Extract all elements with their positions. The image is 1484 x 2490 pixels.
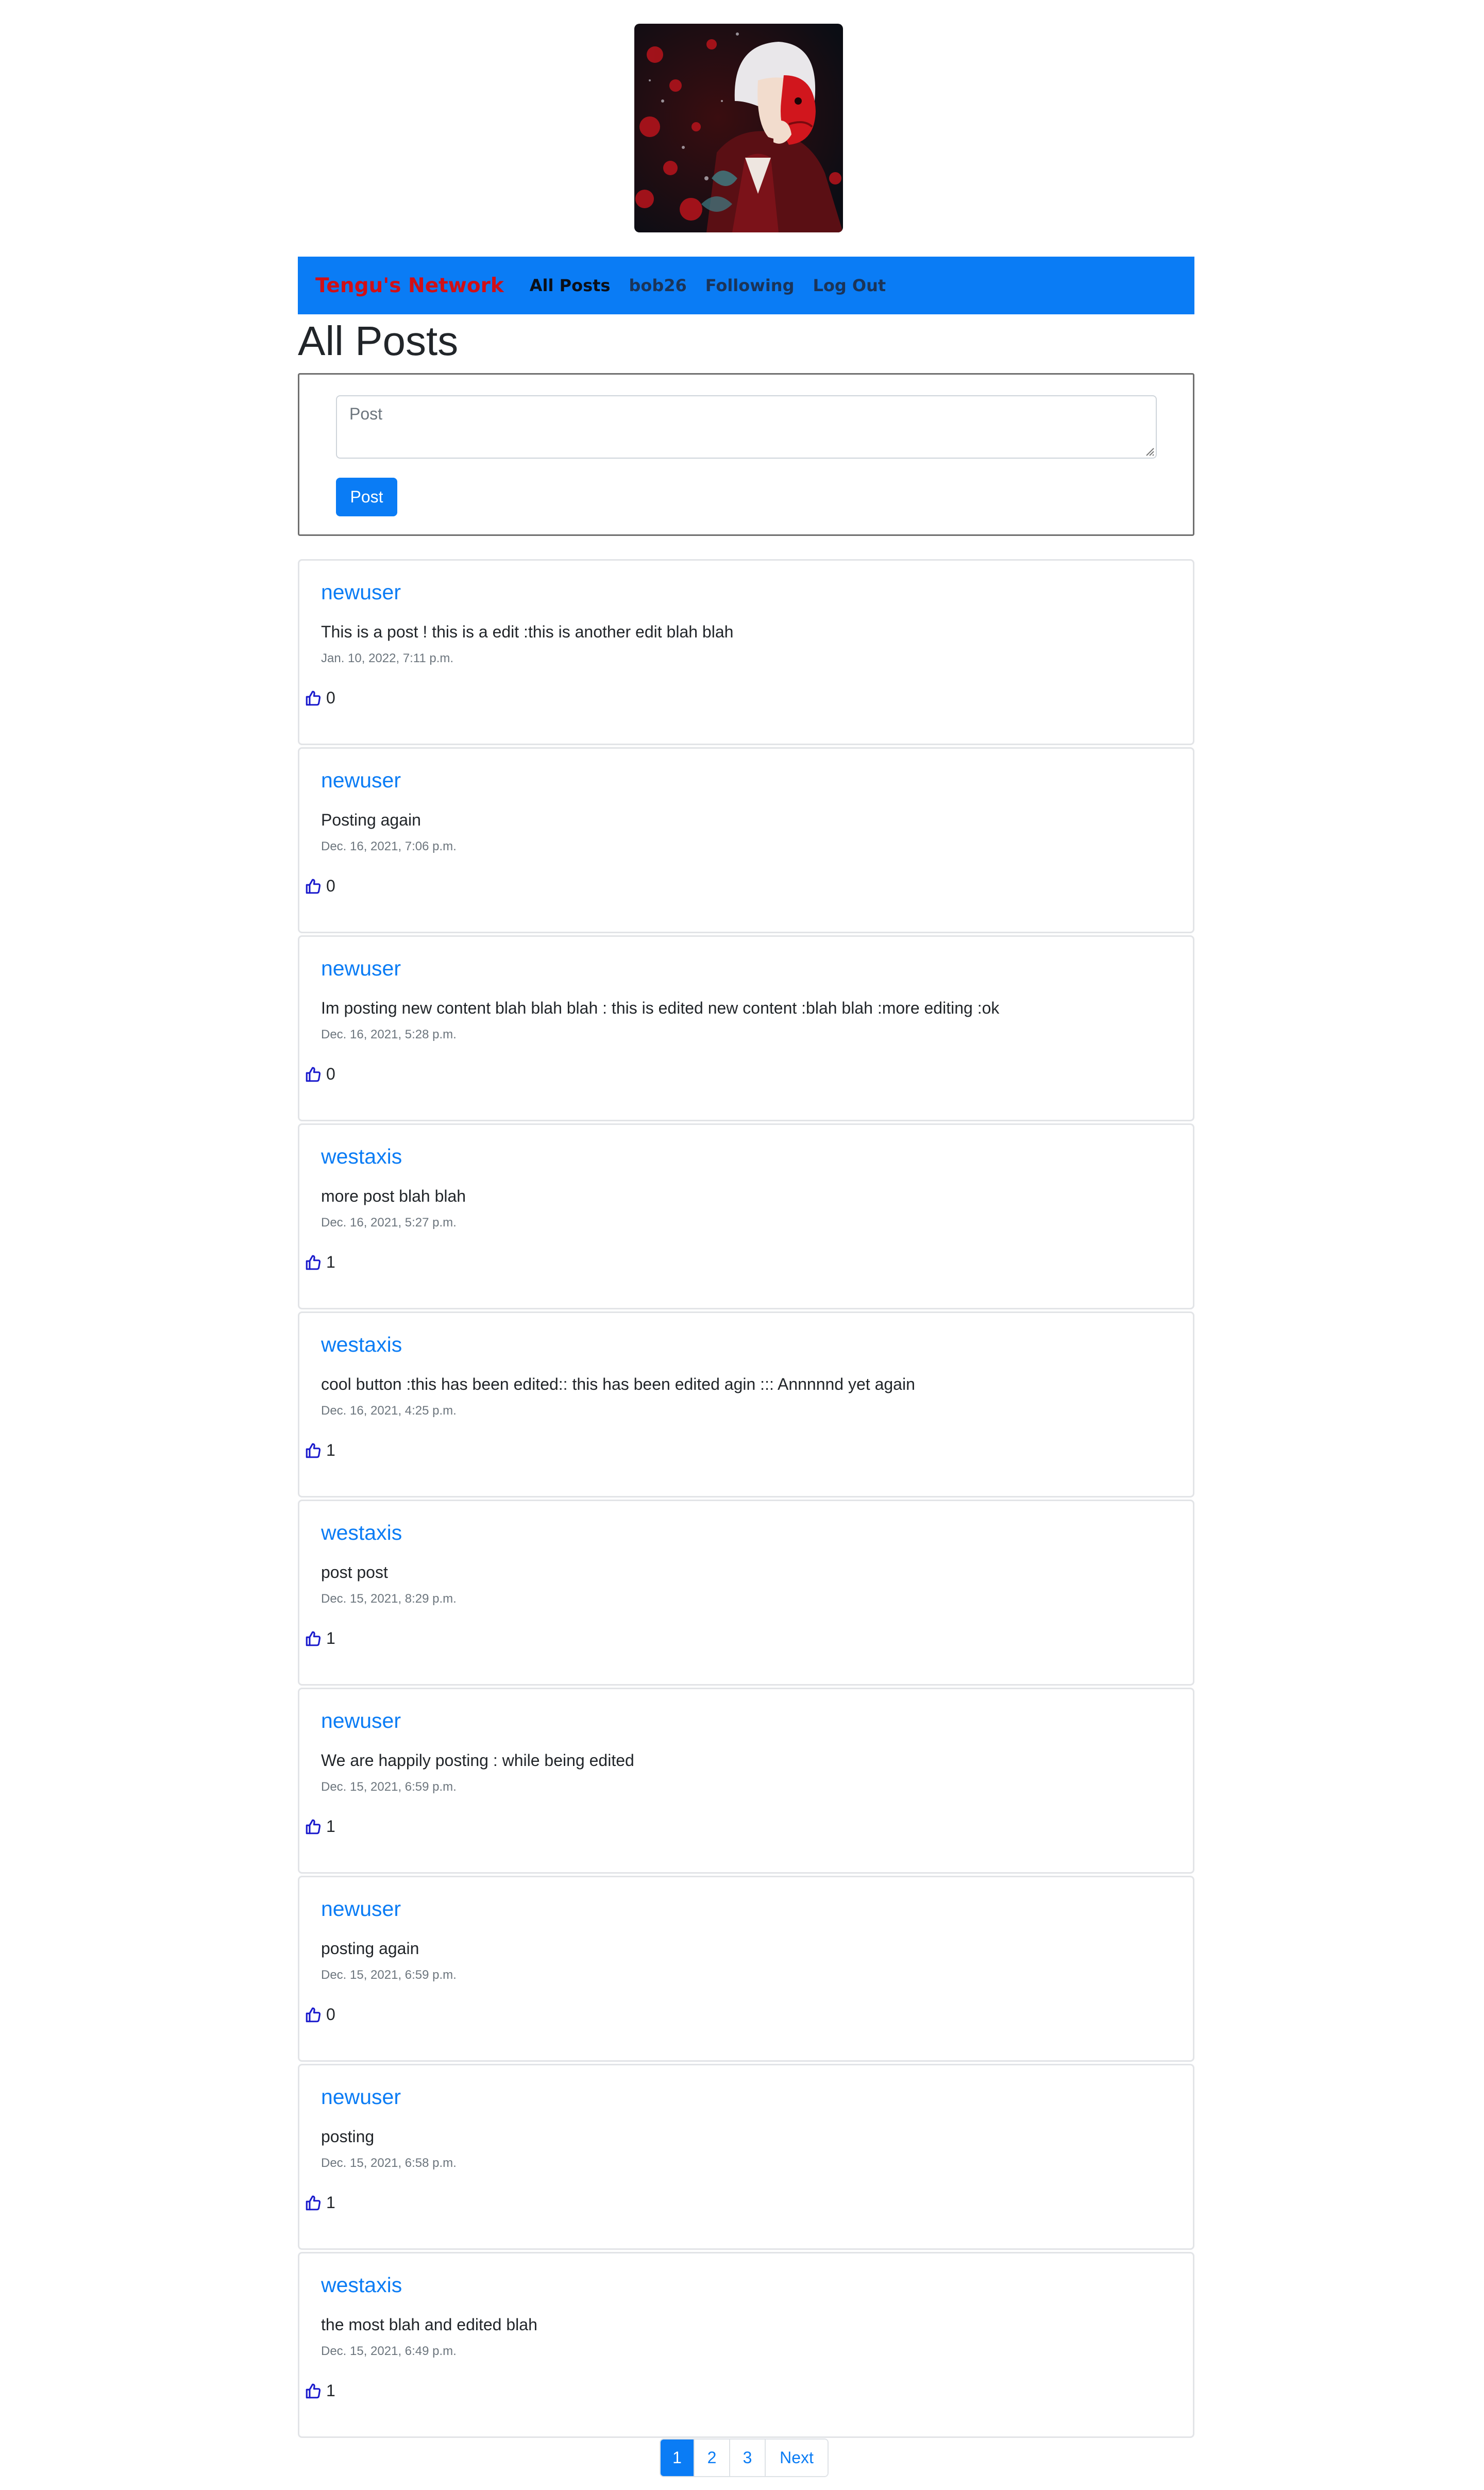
post-timestamp: Dec. 15, 2021, 6:59 p.m. bbox=[321, 1968, 457, 1982]
thumbs-up-icon[interactable] bbox=[305, 878, 322, 895]
like-count: 0 bbox=[326, 877, 335, 895]
like-control: 1 bbox=[305, 1629, 335, 1648]
like-count: 1 bbox=[326, 2193, 335, 2212]
post-author-link[interactable]: westaxis bbox=[321, 2273, 402, 2297]
post-author-link[interactable]: newuser bbox=[321, 580, 401, 604]
post-timestamp: Jan. 10, 2022, 7:11 p.m. bbox=[321, 651, 454, 665]
post-timestamp: Dec. 16, 2021, 5:27 p.m. bbox=[321, 1216, 457, 1230]
post-author-link[interactable]: newuser bbox=[321, 1897, 401, 1921]
like-control: 1 bbox=[305, 2193, 335, 2212]
post-timestamp: Dec. 16, 2021, 5:28 p.m. bbox=[321, 1028, 457, 1041]
navbar: Tengu's Network All Posts bob26 Followin… bbox=[298, 257, 1194, 314]
post-card: newuser We are happily posting : while be… bbox=[298, 1688, 1194, 1874]
post-button[interactable]: Post bbox=[336, 478, 397, 516]
banner-image bbox=[634, 24, 843, 232]
like-control: 0 bbox=[305, 877, 335, 896]
like-count: 1 bbox=[326, 1253, 335, 1271]
page-link-2[interactable]: 2 bbox=[695, 2439, 730, 2476]
nav-profile[interactable]: bob26 bbox=[629, 276, 686, 295]
compose-form: Post bbox=[298, 373, 1194, 536]
post-author-link[interactable]: westaxis bbox=[321, 1145, 402, 1169]
post-input[interactable] bbox=[336, 395, 1157, 459]
page-link-3[interactable]: 3 bbox=[730, 2439, 766, 2476]
nav-following[interactable]: Following bbox=[705, 276, 795, 295]
post-content: We are happily posting : while being edi… bbox=[321, 1751, 634, 1770]
like-control: 1 bbox=[305, 1441, 335, 1460]
pagination: 1 2 3 Next bbox=[660, 2438, 829, 2477]
like-control: 1 bbox=[305, 1253, 335, 1272]
like-count: 0 bbox=[326, 2005, 335, 2024]
post-content: cool button :this has been edited:: this… bbox=[321, 1375, 915, 1393]
thumbs-up-icon[interactable] bbox=[305, 1630, 322, 1647]
thumbs-up-icon[interactable] bbox=[305, 1254, 322, 1271]
post-author-link[interactable]: newuser bbox=[321, 768, 401, 793]
post-card: newuser posting Dec. 15, 2021, 6:58 p.m. 1 bbox=[298, 2064, 1194, 2250]
post-timestamp: Dec. 15, 2021, 6:49 p.m. bbox=[321, 2344, 457, 2358]
page-title: All Posts bbox=[298, 318, 459, 364]
nav-all-posts[interactable]: All Posts bbox=[530, 276, 611, 295]
post-card: newuser Im posting new content blah blah … bbox=[298, 935, 1194, 1121]
post-card: newuser This is a post ! this is a edit :… bbox=[298, 559, 1194, 745]
like-control: 0 bbox=[305, 2005, 335, 2024]
page-link-1[interactable]: 1 bbox=[661, 2439, 695, 2476]
like-count: 0 bbox=[326, 688, 335, 707]
post-author-link[interactable]: westaxis bbox=[321, 1333, 402, 1357]
like-control: 1 bbox=[305, 1817, 335, 1836]
post-content: Im posting new content blah blah blah : … bbox=[321, 999, 1000, 1017]
post-content: the most blah and edited blah bbox=[321, 2315, 537, 2334]
post-timestamp: Dec. 16, 2021, 7:06 p.m. bbox=[321, 839, 457, 853]
next-page-link[interactable]: Next bbox=[766, 2439, 828, 2476]
post-author-link[interactable]: newuser bbox=[321, 956, 401, 981]
post-card: westaxis cool button :this has been edite… bbox=[298, 1311, 1194, 1498]
thumbs-up-icon[interactable] bbox=[305, 2006, 322, 2024]
thumbs-up-icon[interactable] bbox=[305, 1066, 322, 1083]
thumbs-up-icon[interactable] bbox=[305, 1818, 322, 1836]
brand-link[interactable]: Tengu's Network bbox=[315, 274, 504, 297]
thumbs-up-icon[interactable] bbox=[305, 1442, 322, 1459]
post-card: westaxis the most blah and edited blah Dec… bbox=[298, 2252, 1194, 2438]
post-content: posting again bbox=[321, 1939, 419, 1958]
post-author-link[interactable]: westaxis bbox=[321, 1521, 402, 1545]
post-content: Posting again bbox=[321, 811, 421, 829]
like-count: 1 bbox=[326, 1629, 335, 1647]
thumbs-up-icon[interactable] bbox=[305, 689, 322, 707]
like-control: 0 bbox=[305, 688, 335, 708]
post-card: westaxis more post blah blah Dec. 16, 2021… bbox=[298, 1123, 1194, 1309]
post-author-link[interactable]: newuser bbox=[321, 2085, 401, 2109]
post-card: newuser Posting again Dec. 16, 2021, 7:06 … bbox=[298, 747, 1194, 933]
like-control: 0 bbox=[305, 1065, 335, 1084]
post-timestamp: Dec. 16, 2021, 4:25 p.m. bbox=[321, 1404, 457, 1418]
post-card: westaxis post post Dec. 15, 2021, 8:29 p.m… bbox=[298, 1500, 1194, 1686]
post-content: posting bbox=[321, 2127, 375, 2146]
like-count: 1 bbox=[326, 1441, 335, 1459]
like-count: 1 bbox=[326, 2381, 335, 2400]
post-timestamp: Dec. 15, 2021, 6:59 p.m. bbox=[321, 1780, 457, 1794]
post-card: newuser posting again Dec. 15, 2021, 6:59 … bbox=[298, 1876, 1194, 2062]
post-content: post post bbox=[321, 1563, 388, 1582]
post-timestamp: Dec. 15, 2021, 8:29 p.m. bbox=[321, 1592, 457, 1606]
like-count: 1 bbox=[326, 1817, 335, 1836]
post-author-link[interactable]: newuser bbox=[321, 1709, 401, 1733]
resize-grip-icon[interactable] bbox=[1144, 446, 1155, 457]
like-control: 1 bbox=[305, 2381, 335, 2400]
thumbs-up-icon[interactable] bbox=[305, 2382, 322, 2400]
like-count: 0 bbox=[326, 1065, 335, 1083]
post-content: This is a post ! this is a edit :this is… bbox=[321, 622, 734, 641]
post-timestamp: Dec. 15, 2021, 6:58 p.m. bbox=[321, 2156, 457, 2170]
nav-logout[interactable]: Log Out bbox=[813, 276, 886, 295]
post-content: more post blah blah bbox=[321, 1187, 466, 1205]
thumbs-up-icon[interactable] bbox=[305, 2194, 322, 2212]
